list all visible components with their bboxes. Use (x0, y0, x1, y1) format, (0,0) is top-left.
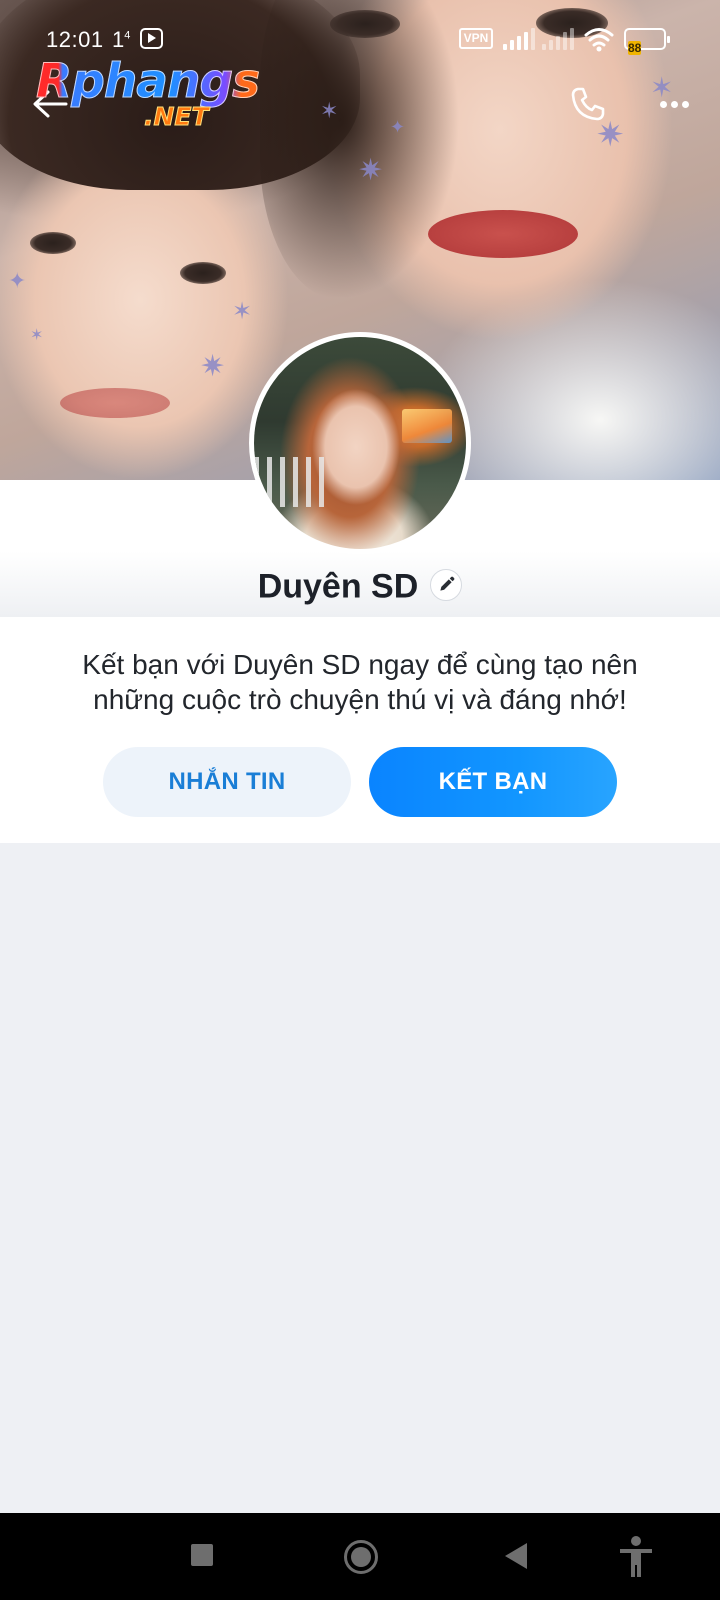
sparkle-icon: ✷ (358, 154, 384, 187)
status-notification-count: 14 (112, 27, 131, 52)
battery-icon: 88 (624, 28, 670, 55)
signal-icon (503, 28, 535, 50)
vpn-badge: VPN (459, 28, 493, 49)
add-friend-prompt-text: Kết bạn với Duyên SD ngay để cùng tạo nê… (82, 649, 638, 715)
cover-photo-eye (30, 232, 76, 254)
watermark-text: Rphangs (35, 54, 260, 110)
watermark-logo: Rphangs .NET (35, 54, 260, 138)
wifi-icon (584, 28, 614, 52)
recents-square-icon[interactable] (191, 1544, 213, 1566)
watermark-suffix: .NET (144, 102, 210, 132)
status-time: 12:01 (46, 27, 104, 52)
profile-avatar[interactable] (249, 332, 471, 554)
sparkle-icon: ✶ (30, 327, 44, 344)
add-friend-prompt-card: Kết bạn với Duyên SD ngay để cùng tạo nê… (0, 617, 720, 843)
accessibility-icon[interactable] (618, 1535, 654, 1579)
sparkle-icon: ✦ (390, 117, 406, 137)
profile-name: Duyên SD (257, 567, 419, 606)
message-button[interactable]: NHẮN TIN (103, 747, 351, 817)
back-triangle-icon[interactable] (505, 1543, 527, 1569)
sparkle-icon: ✶ (320, 98, 339, 123)
more-dots-icon[interactable] (652, 86, 696, 122)
youtube-icon (140, 28, 163, 49)
cover-photo-lips (60, 388, 170, 418)
profile-name-row: Duyên SD (0, 566, 720, 607)
avatar-background-fence (254, 457, 324, 507)
sparkle-icon: ✶ (232, 298, 253, 325)
sparkle-icon: ✦ (8, 268, 27, 293)
edit-name-button[interactable] (430, 569, 463, 602)
home-circle-icon[interactable] (344, 1540, 378, 1574)
sparkle-icon: ✷ (200, 350, 226, 383)
cover-photo-lips (428, 210, 578, 258)
avatar-background-sign (402, 409, 452, 443)
add-friend-button[interactable]: KẾT BẠN (369, 747, 617, 817)
empty-content-area (0, 843, 720, 1513)
cover-photo-eye (180, 262, 226, 284)
phone-icon[interactable] (568, 84, 608, 124)
battery-level: 88 (628, 41, 642, 55)
system-nav-bar (0, 1513, 720, 1600)
signal-icon (542, 28, 574, 50)
pencil-icon (440, 576, 455, 591)
